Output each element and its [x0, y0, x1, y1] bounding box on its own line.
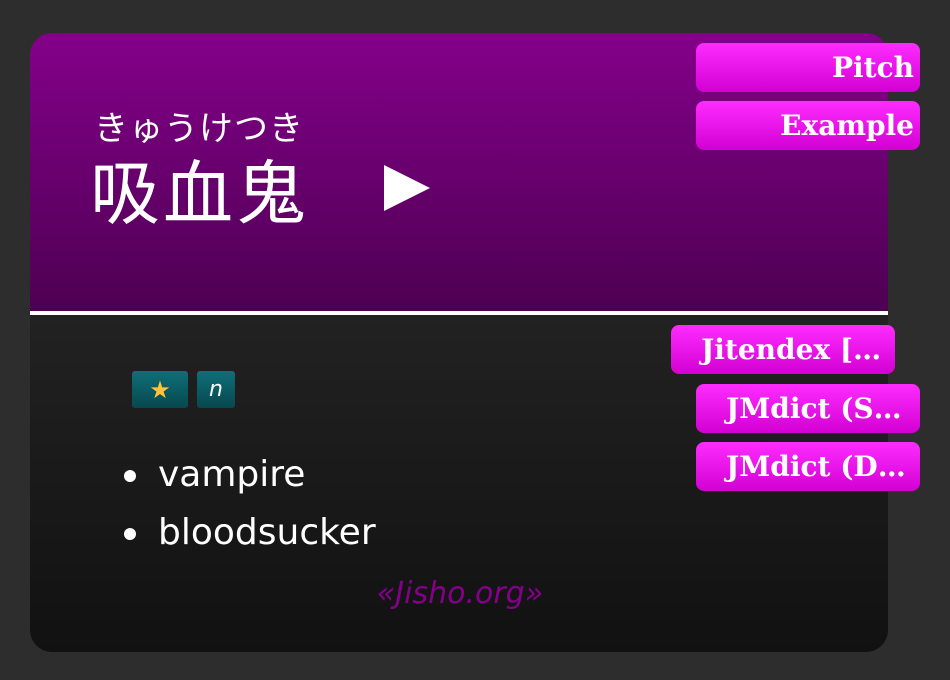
part-of-speech-tag: n [197, 371, 235, 408]
divider [30, 311, 888, 315]
play-icon[interactable] [384, 165, 430, 211]
tag-list: ★ n [132, 371, 235, 408]
common-star-icon: ★ [132, 371, 188, 408]
gloss-item: bloodsucker [120, 509, 376, 567]
pitch-button[interactable]: Pitch [696, 43, 920, 92]
gloss-list: vampire bloodsucker [120, 451, 376, 567]
jmdict-dutch-button[interactable]: JMdict (Du… [696, 442, 920, 491]
expression-kanji: 吸血鬼 [90, 153, 309, 235]
jitendex-button[interactable]: Jitendex [2… [671, 325, 895, 374]
example-button[interactable]: Example [696, 101, 920, 150]
gloss-item: vampire [120, 451, 376, 509]
jmdict-spanish-button[interactable]: JMdict (Sp… [696, 384, 920, 433]
source-link[interactable]: «Jisho.org» [0, 576, 920, 611]
